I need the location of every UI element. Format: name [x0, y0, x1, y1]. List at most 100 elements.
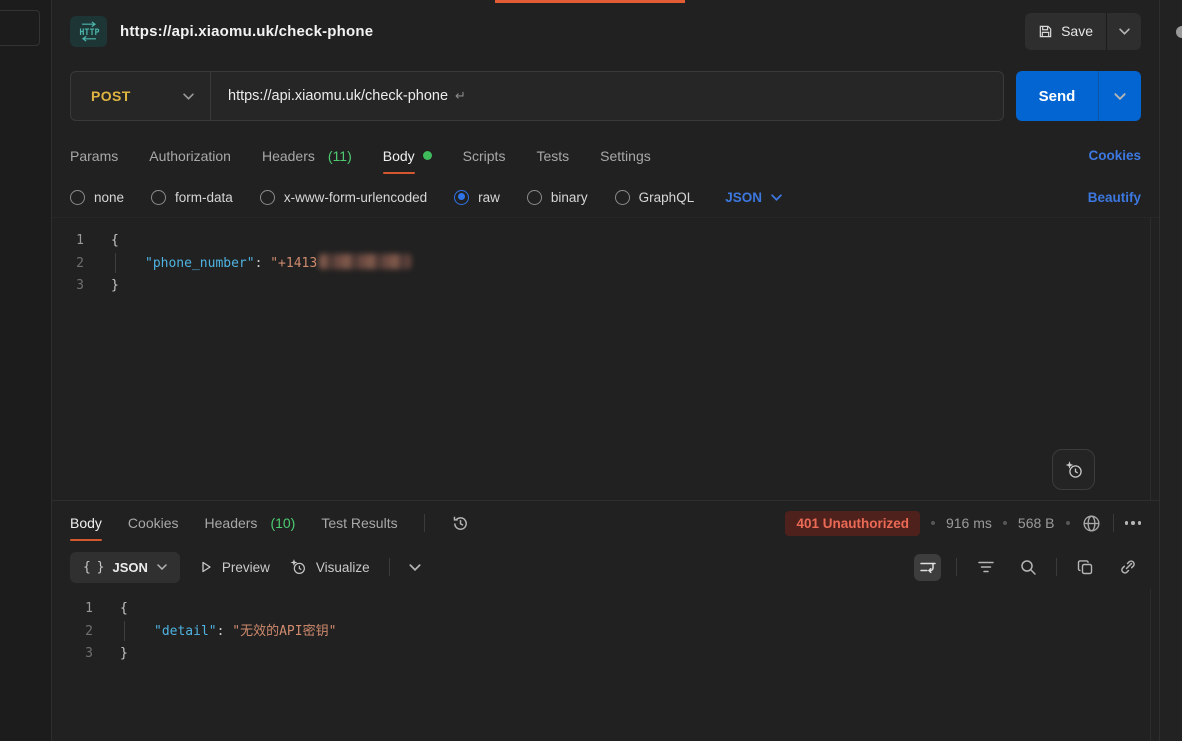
divider	[1113, 514, 1114, 532]
method-label: POST	[91, 88, 131, 104]
response-tab-test-results[interactable]: Test Results	[321, 501, 397, 545]
visualize-button[interactable]: Visualize	[289, 558, 370, 576]
right-sidebar-rail	[1159, 0, 1182, 741]
url-bar: POST https://api.xiaomu.uk/check-phone ↵	[70, 71, 1004, 121]
response-history-button[interactable]	[451, 514, 470, 533]
json-separator: :	[255, 256, 271, 271]
indent-guide	[115, 253, 145, 273]
radio-icon	[151, 190, 166, 205]
json-separator: :	[217, 624, 233, 639]
code-text: "phone_number": "+1413	[100, 253, 411, 276]
enter-hint: ↵	[455, 88, 466, 104]
code-text: }	[109, 643, 128, 666]
chevron-down-icon	[771, 194, 782, 201]
response-time[interactable]: 916 ms	[946, 515, 992, 531]
history-clock-icon	[451, 514, 470, 533]
visualize-sparkle-icon	[289, 558, 307, 576]
format-label: JSON	[112, 560, 147, 575]
wrap-text-icon	[919, 559, 937, 575]
code-text: {	[109, 598, 128, 621]
chevron-down-icon	[157, 564, 167, 570]
save-icon	[1038, 24, 1053, 39]
response-format-select[interactable]: { } JSON	[70, 552, 180, 583]
chevron-down-icon	[409, 564, 421, 571]
tab-headers[interactable]: Headers(11)	[262, 134, 352, 177]
response-size[interactable]: 568 B	[1018, 515, 1055, 531]
response-tab-body[interactable]: Body	[70, 501, 102, 545]
tab-tests[interactable]: Tests	[536, 134, 569, 177]
http-request-icon: HTTP	[70, 16, 107, 47]
url-input[interactable]: https://api.xiaomu.uk/check-phone ↵	[211, 72, 483, 120]
code-text: {	[100, 230, 119, 253]
send-options-button[interactable]	[1098, 71, 1141, 121]
collapsed-sidebar-item[interactable]	[0, 10, 40, 46]
collapsed-panel-icon[interactable]	[1176, 26, 1182, 38]
globe-icon	[1081, 513, 1102, 534]
request-title: https://api.xiaomu.uk/check-phone	[120, 23, 373, 40]
code-line: 3 }	[52, 275, 1159, 298]
response-tabs: Body Cookies Headers(10) Test Results 40…	[52, 501, 1159, 545]
link-button[interactable]	[1114, 554, 1141, 581]
body-mode-binary[interactable]: binary	[527, 190, 588, 205]
save-label: Save	[1061, 23, 1093, 39]
cookies-link[interactable]: Cookies	[1088, 148, 1141, 163]
tab-params[interactable]: Params	[70, 134, 118, 177]
postbot-button[interactable]	[1052, 449, 1095, 490]
body-mode-form-data[interactable]: form-data	[151, 190, 233, 205]
save-button[interactable]: Save	[1025, 13, 1106, 50]
more-options-button[interactable]	[1125, 521, 1142, 525]
radio-icon	[527, 190, 542, 205]
headers-count: (11)	[328, 148, 352, 164]
dot-separator	[1066, 521, 1070, 525]
body-modified-dot	[423, 151, 432, 160]
braces-icon: { }	[83, 560, 103, 575]
status-badge[interactable]: 401 Unauthorized	[785, 511, 920, 536]
save-options-button[interactable]	[1106, 13, 1141, 50]
url-send-row: POST https://api.xiaomu.uk/check-phone ↵…	[52, 62, 1159, 134]
json-value: "无效的API密钥"	[232, 624, 336, 639]
indent-guide	[124, 621, 154, 641]
three-dots-icon	[1125, 521, 1129, 525]
response-editor-tools	[914, 554, 1141, 581]
active-tab-indicator	[495, 0, 685, 3]
response-view-options-button[interactable]	[409, 564, 421, 571]
divider	[389, 558, 390, 576]
body-mode-row: none form-data x-www-form-urlencoded raw…	[52, 177, 1159, 217]
request-workspace: HTTP https://api.xiaomu.uk/check-phone S…	[52, 0, 1159, 741]
copy-button[interactable]	[1072, 554, 1099, 581]
json-key: "phone_number"	[145, 256, 255, 271]
body-mode-graphql[interactable]: GraphQL	[615, 190, 695, 205]
method-select[interactable]: POST	[71, 72, 211, 120]
send-button[interactable]: Send	[1016, 71, 1098, 121]
body-mode-urlencoded[interactable]: x-www-form-urlencoded	[260, 190, 427, 205]
body-mode-raw[interactable]: raw	[454, 190, 500, 205]
body-mode-none[interactable]: none	[70, 190, 124, 205]
postbot-icon	[1064, 460, 1084, 480]
dot-separator	[931, 521, 935, 525]
url-value: https://api.xiaomu.uk/check-phone	[228, 88, 448, 104]
preview-button[interactable]: Preview	[199, 560, 270, 575]
response-tab-headers[interactable]: Headers(10)	[205, 501, 296, 545]
wrap-text-button[interactable]	[914, 554, 941, 581]
tab-settings[interactable]: Settings	[600, 134, 651, 177]
search-button[interactable]	[1014, 554, 1041, 581]
tab-authorization[interactable]: Authorization	[149, 134, 231, 177]
editor-scrollbar[interactable]	[1150, 218, 1151, 500]
filter-button[interactable]	[972, 554, 999, 581]
tab-body[interactable]: Body	[383, 134, 432, 177]
raw-language-select[interactable]: JSON	[725, 190, 782, 205]
request-body-editor[interactable]: 1 { 2 "phone_number": "+1413 3 }	[52, 217, 1159, 500]
response-tab-cookies[interactable]: Cookies	[128, 501, 179, 545]
beautify-link[interactable]: Beautify	[1088, 190, 1141, 205]
radio-icon	[70, 190, 85, 205]
dot-separator	[1003, 521, 1007, 525]
redacted-value	[319, 254, 411, 269]
svg-text:HTTP: HTTP	[79, 27, 99, 37]
save-button-group: Save	[1025, 13, 1141, 50]
editor-scrollbar[interactable]	[1150, 589, 1151, 741]
network-info-button[interactable]	[1081, 513, 1102, 534]
response-body-editor[interactable]: 1 { 2 "detail": "无效的API密钥" 3 }	[52, 589, 1159, 741]
response-panel: Body Cookies Headers(10) Test Results 40…	[52, 500, 1159, 741]
tab-scripts[interactable]: Scripts	[463, 134, 506, 177]
send-button-group: Send	[1016, 71, 1141, 121]
